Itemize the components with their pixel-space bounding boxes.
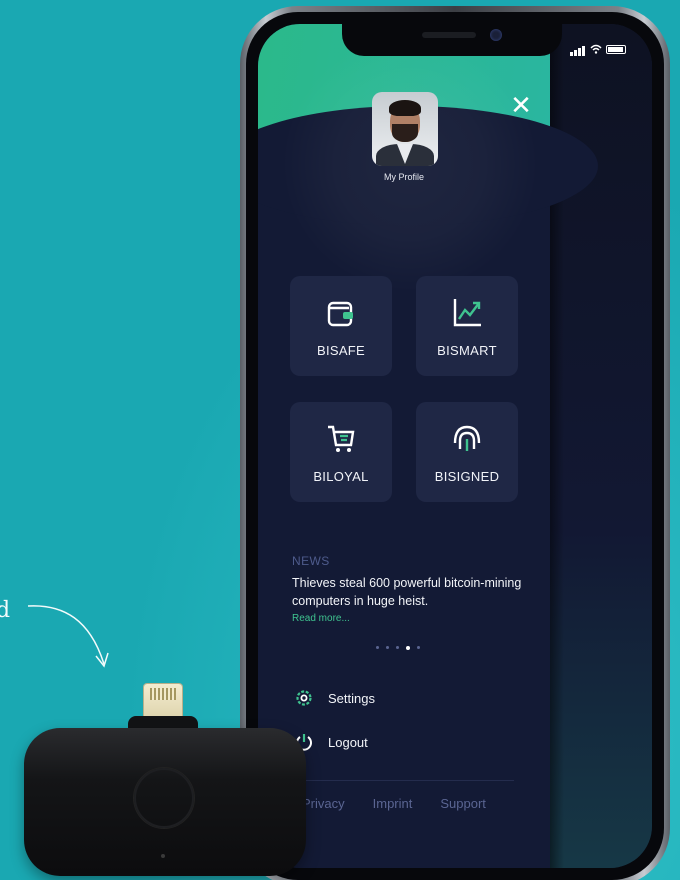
menu-item-settings[interactable]: Settings xyxy=(294,688,375,708)
footer-link-imprint[interactable]: Imprint xyxy=(373,796,413,811)
connector-pins xyxy=(150,688,176,700)
close-icon[interactable]: ✕ xyxy=(510,92,532,118)
handwritten-text: d xyxy=(0,598,11,623)
fingerprint-icon xyxy=(453,425,481,451)
pager-dot-active[interactable] xyxy=(406,645,410,650)
menu-label: Logout xyxy=(328,734,368,750)
battery-icon xyxy=(606,44,626,54)
status-bar xyxy=(570,42,626,56)
tile-label: BISMART xyxy=(437,342,497,358)
pager-dot[interactable] xyxy=(386,646,389,649)
pager-dot[interactable] xyxy=(376,646,379,649)
side-drawer: ✕ My Profile BISAFE BISMART BILOYAL BISI… xyxy=(258,24,598,868)
pager-dot[interactable] xyxy=(417,646,420,649)
chart-trend-icon xyxy=(453,298,481,326)
phone-notch xyxy=(342,24,562,56)
news-section: NEWS Thieves steal 600 powerful bitcoin-… xyxy=(292,554,532,624)
speaker-grille xyxy=(422,32,476,38)
footer-link-privacy[interactable]: Privacy xyxy=(302,796,345,811)
menu-item-logout[interactable]: Logout xyxy=(294,732,368,752)
wifi-icon xyxy=(590,44,602,54)
news-pager xyxy=(376,645,420,650)
hardware-dongle xyxy=(24,728,306,876)
cart-icon xyxy=(328,425,355,452)
news-text: Thieves steal 600 powerful bitcoin-minin… xyxy=(292,576,522,608)
pager-dot[interactable] xyxy=(396,646,399,649)
handwritten-arrow-icon xyxy=(27,605,109,668)
signal-icon xyxy=(570,42,586,56)
divider xyxy=(292,780,514,781)
wallet-icon xyxy=(327,301,353,326)
tile-label: BISIGNED xyxy=(434,468,500,484)
tile-bisafe[interactable]: BISAFE xyxy=(290,276,392,376)
phone-screen: ✕ My Profile BISAFE BISMART BILOYAL BISI… xyxy=(258,24,652,868)
footer-links: Privacy Imprint Support xyxy=(302,796,486,811)
avatar-beard xyxy=(392,124,418,142)
front-camera-icon xyxy=(490,29,502,41)
dongle-led xyxy=(161,854,165,858)
tile-label: BISAFE xyxy=(316,342,366,358)
avatar-hair xyxy=(389,100,421,116)
tile-biloyal[interactable]: BILOYAL xyxy=(290,402,392,502)
profile-label[interactable]: My Profile xyxy=(258,172,550,182)
footer-link-support[interactable]: Support xyxy=(440,796,486,811)
news-heading: NEWS xyxy=(292,554,330,568)
avatar[interactable] xyxy=(372,92,438,166)
menu-label: Settings xyxy=(328,690,375,706)
phone-frame: ✕ My Profile BISAFE BISMART BILOYAL BISI… xyxy=(240,6,670,880)
tile-bismart[interactable]: BISMART xyxy=(416,276,518,376)
gear-icon xyxy=(296,690,312,706)
tile-label: BILOYAL xyxy=(313,468,369,484)
dongle-button xyxy=(134,768,194,828)
read-more-link[interactable]: Read more... xyxy=(292,613,532,624)
phone-bezel: ✕ My Profile BISAFE BISMART BILOYAL BISI… xyxy=(246,12,664,880)
tile-bisigned[interactable]: BISIGNED xyxy=(416,402,518,502)
